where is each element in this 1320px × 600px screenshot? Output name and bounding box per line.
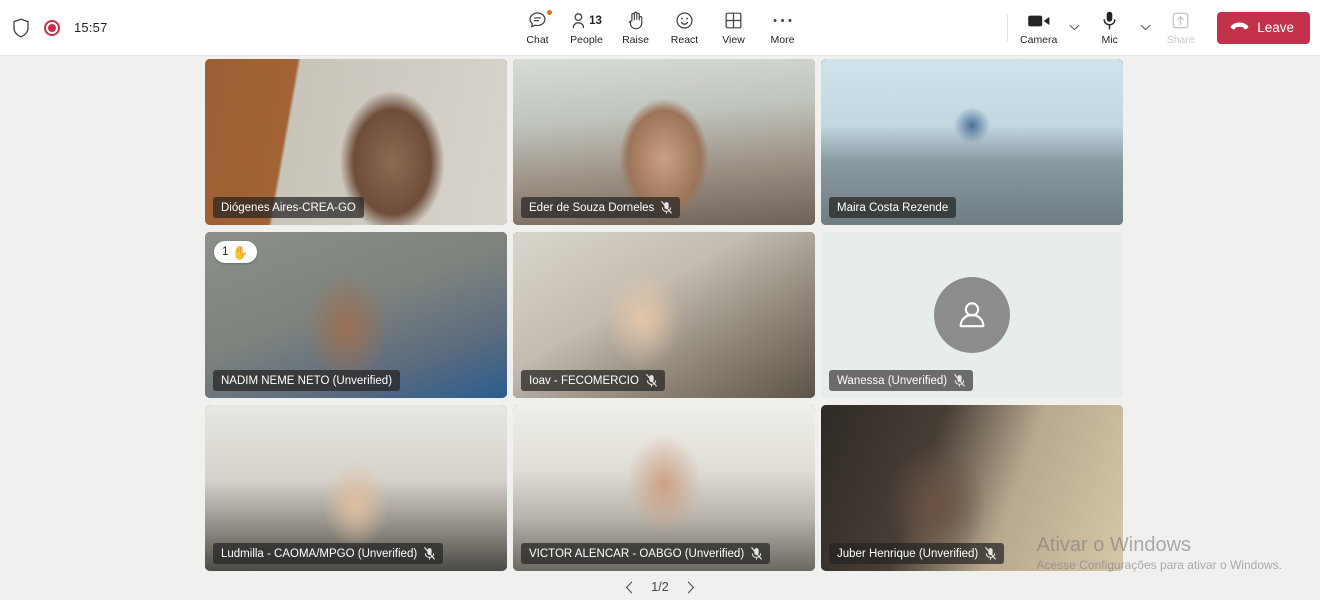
chevron-left-icon[interactable] [621,579,637,595]
more-ellipsis-icon [772,10,793,32]
participant-name-pill: VICTOR ALENCAR - OABGO (Unverified) [521,543,771,564]
toolbar-center-group: Chat 13 People Raise React View More [513,4,807,52]
participant-tile[interactable]: Ioav - FECOMERCIO [513,232,815,398]
raise-hand-icon [626,10,645,32]
participant-name: Ioav - FECOMERCIO [529,374,639,387]
toolbar-right-group: Camera Mic Share Leave [1001,4,1310,52]
participant-tile-raised-hand[interactable]: 1 ✋ NADIM NEME NETO (Unverified) [205,232,507,398]
raised-hand-badge: 1 ✋ [214,241,257,263]
participant-name: Maira Costa Rezende [837,201,949,214]
people-button[interactable]: 13 People [562,4,611,52]
raise-hand-button[interactable]: Raise [611,4,660,52]
participant-tile[interactable]: Eder de Souza Dorneles [513,59,815,225]
chat-icon [527,8,553,32]
camera-options-chevron-down-icon[interactable] [1063,4,1085,52]
raised-hand-count: 1 [222,246,229,258]
react-button[interactable]: React [660,4,709,52]
chat-label: Chat [526,33,549,46]
participant-name-pill: Wanessa (Unverified) [829,370,974,391]
mic-muted-icon [954,374,965,387]
raise-label: Raise [622,33,649,46]
participant-name: VICTOR ALENCAR - OABGO (Unverified) [529,547,745,560]
person-avatar-icon [934,277,1010,353]
participant-name-pill: Maira Costa Rezende [829,197,957,218]
mic-muted-icon [646,374,657,387]
toolbar-divider [1007,13,1009,42]
shield-icon [12,18,30,38]
mic-muted-icon [424,547,436,560]
share-button[interactable]: Share [1156,4,1205,52]
raised-hand-emoji-icon: ✋ [232,244,249,260]
participant-name-pill: Juber Henrique (Unverified) [829,543,1005,564]
view-label: View [722,33,745,46]
view-button[interactable]: View [709,4,758,52]
mic-muted-icon [985,547,997,560]
participant-tile[interactable]: Diógenes Aires-CREA-GO [205,59,507,225]
participant-name: Juber Henrique (Unverified) [837,547,979,560]
meeting-toolbar: 15:57 Chat 13 People Raise React View Mo… [0,0,1320,56]
gallery-pagination: 1/2 [0,579,1320,595]
participant-name-pill: Ludmilla - CAOMA/MPGO (Unverified) [213,543,444,564]
participant-tile-active-speaker[interactable]: Maira Costa Rezende [821,59,1123,225]
people-count: 13 [589,14,602,27]
participant-name-pill: Eder de Souza Dorneles [521,197,681,218]
microphone-icon [1102,10,1117,32]
participant-tile[interactable]: Juber Henrique (Unverified) [821,405,1123,571]
react-label: React [670,33,699,46]
meeting-clock: 15:57 [74,20,108,35]
mic-label: Mic [1101,33,1118,46]
participant-name: Ludmilla - CAOMA/MPGO (Unverified) [221,547,418,560]
share-label: Share [1166,33,1195,46]
participant-name-pill: Diógenes Aires-CREA-GO [213,197,364,218]
participant-name-pill: NADIM NEME NETO (Unverified) [213,370,401,391]
grid-view-icon [724,10,743,32]
people-icon: 13 [571,10,602,32]
mic-muted-icon [751,547,762,560]
camera-label: Camera [1020,33,1058,46]
participant-grid: Diógenes Aires-CREA-GO Eder de Souza Dor… [205,59,1125,574]
emoji-react-icon [674,10,695,32]
participant-tile[interactable]: Ludmilla - CAOMA/MPGO (Unverified) [205,405,507,571]
mic-options-chevron-down-icon[interactable] [1134,4,1156,52]
participant-name: Diógenes Aires-CREA-GO [221,201,356,214]
more-button[interactable]: More [758,4,807,52]
recording-indicator-icon [44,19,60,36]
participant-name: Wanessa (Unverified) [837,374,948,387]
participant-name: Eder de Souza Dorneles [529,201,655,214]
chat-notification-badge [546,8,553,16]
chevron-right-icon[interactable] [683,579,699,595]
participant-name: NADIM NEME NETO (Unverified) [221,374,393,387]
page-indicator: 1/2 [651,580,669,594]
camera-icon [1027,10,1051,32]
mic-muted-icon [661,201,673,214]
more-label: More [770,33,795,46]
hangup-phone-icon [1230,20,1249,35]
participant-tile[interactable]: VICTOR ALENCAR - OABGO (Unverified) [513,405,815,571]
chat-button[interactable]: Chat [513,4,562,52]
leave-label: Leave [1257,20,1294,35]
participant-tile-video-off[interactable]: Wanessa (Unverified) [821,232,1123,398]
people-label: People [570,33,603,46]
camera-button[interactable]: Camera [1014,4,1063,52]
meeting-stage: Diógenes Aires-CREA-GO Eder de Souza Dor… [0,56,1320,600]
mic-button[interactable]: Mic [1085,4,1134,52]
share-screen-icon [1171,10,1190,32]
participant-name-pill: Ioav - FECOMERCIO [521,370,665,391]
toolbar-left-group: 15:57 [0,18,108,38]
leave-button[interactable]: Leave [1217,11,1310,44]
